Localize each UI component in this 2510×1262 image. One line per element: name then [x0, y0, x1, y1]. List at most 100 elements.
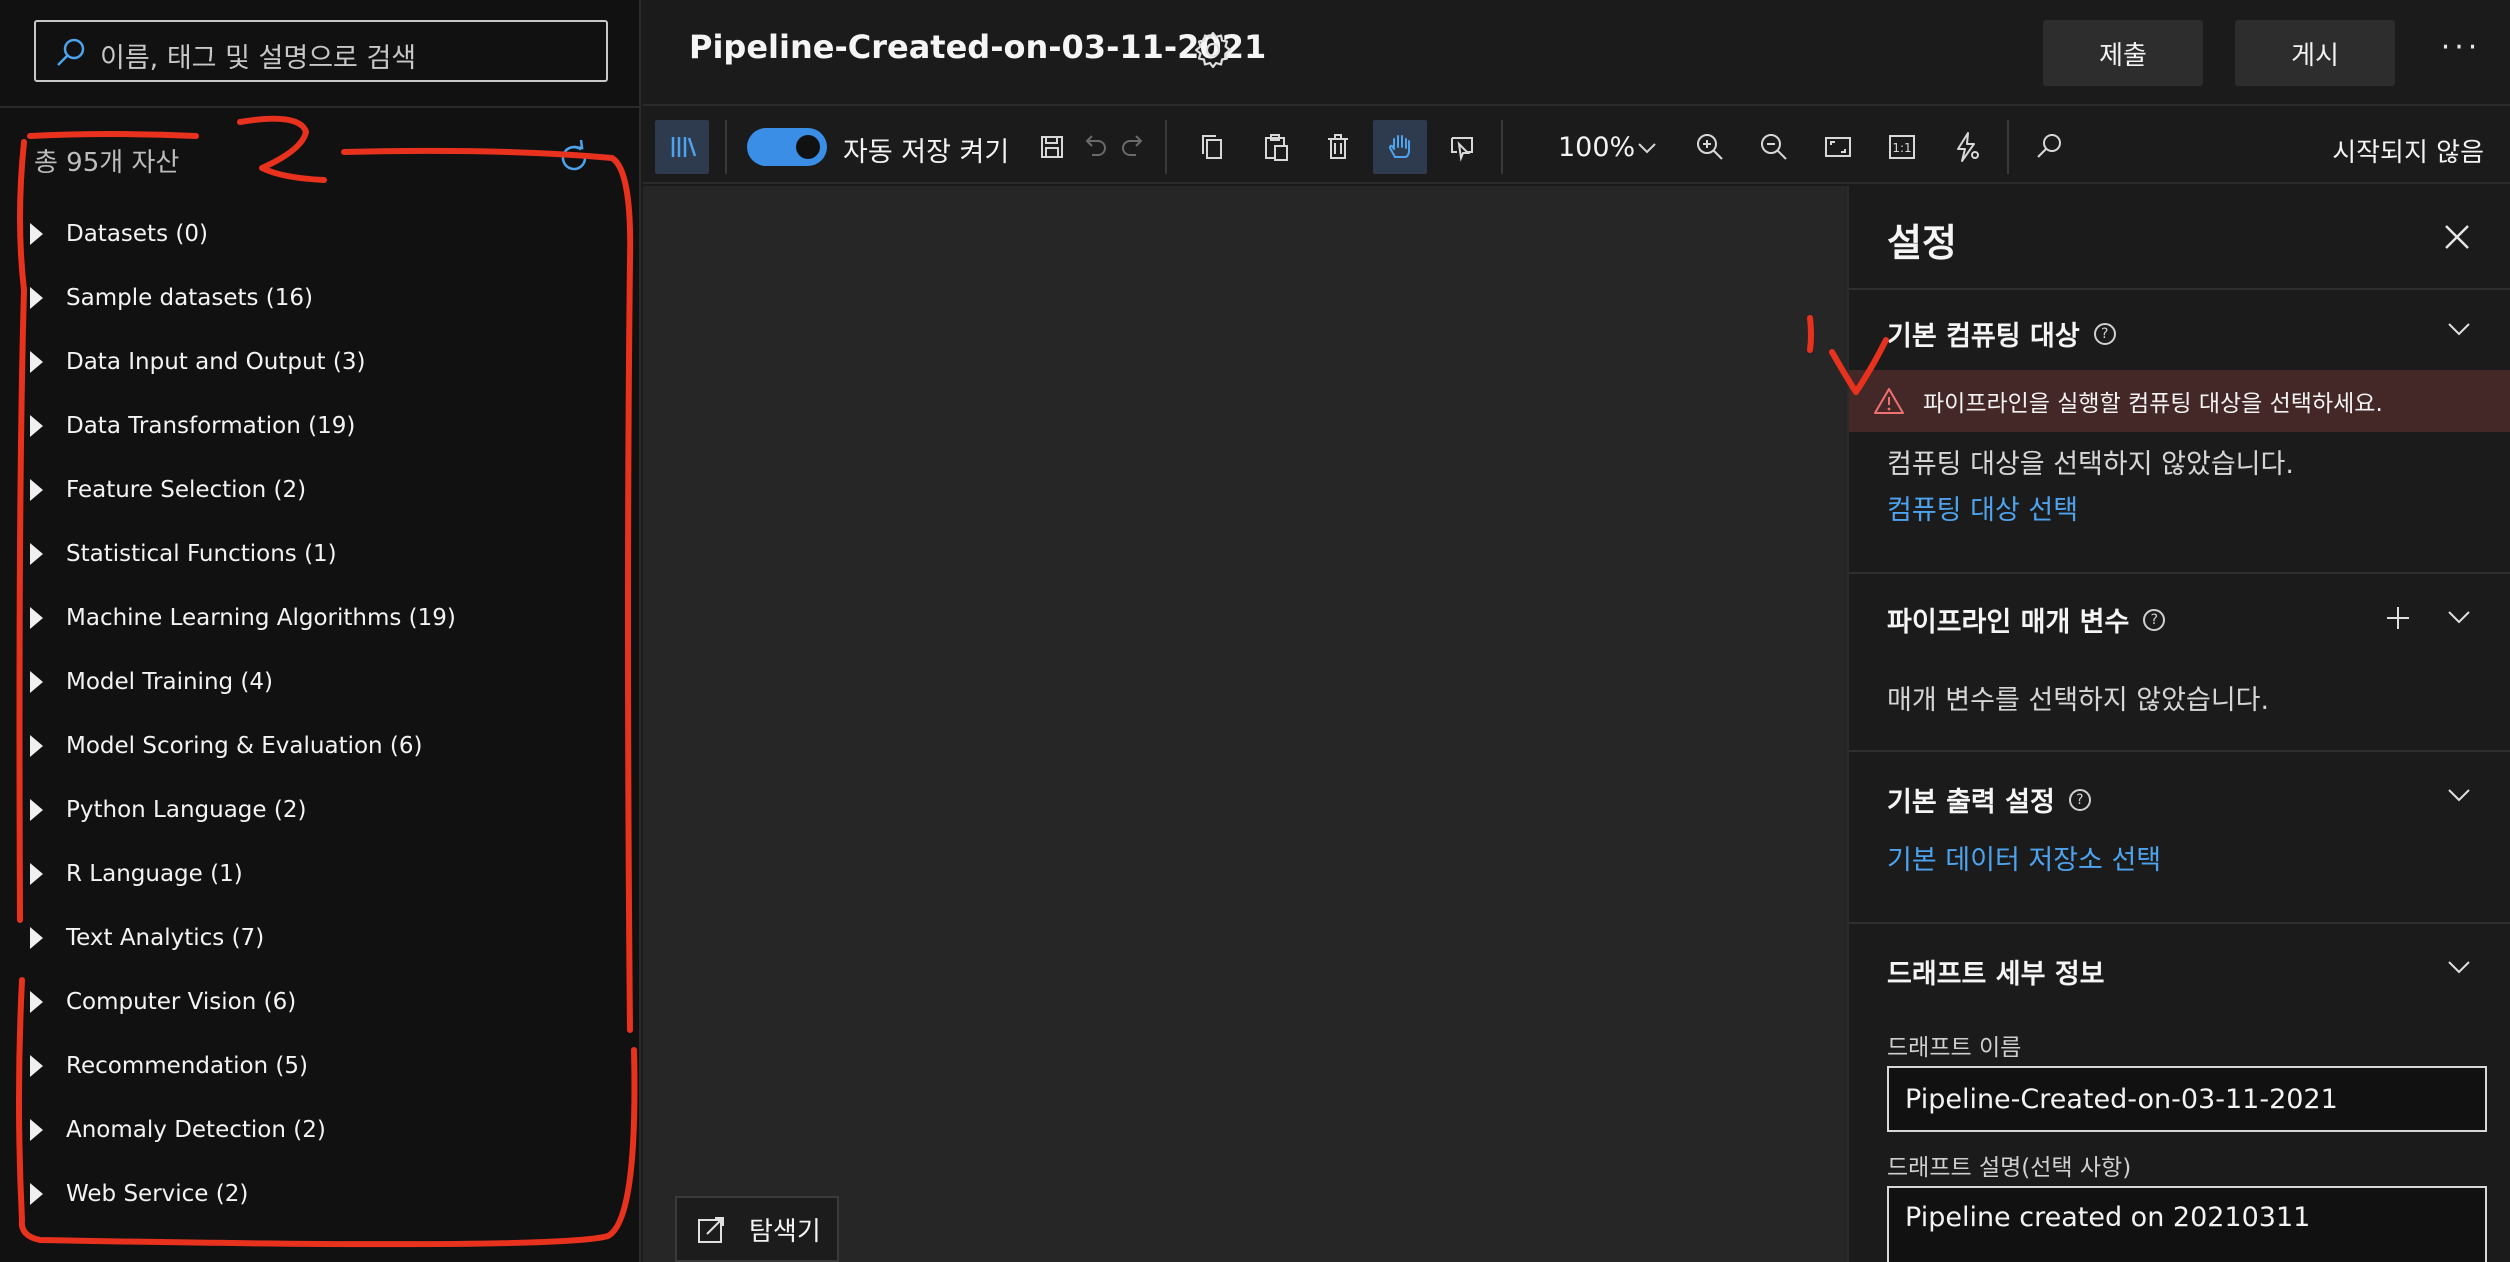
chevron-down-icon[interactable]	[1635, 136, 1659, 160]
category-label: Data Input and Output (3)	[66, 349, 366, 375]
expand-triangle-icon[interactable]	[30, 991, 43, 1013]
parameters-section-header[interactable]: 파이프라인 매개 변수 ?	[1887, 600, 2166, 639]
refresh-icon[interactable]	[554, 138, 594, 178]
expand-triangle-icon[interactable]	[30, 351, 43, 373]
category-item[interactable]: Model Scoring & Evaluation (6)	[30, 726, 423, 766]
help-icon[interactable]: ?	[2068, 788, 2091, 811]
actual-size-button[interactable]: 1:1	[1875, 120, 1929, 174]
section-divider	[1849, 572, 2510, 574]
chevron-down-icon[interactable]	[2444, 952, 2474, 982]
category-label: Model Scoring & Evaluation (6)	[66, 733, 423, 759]
hand-icon	[1388, 135, 1410, 158]
output-section-header[interactable]: 기본 출력 설정 ?	[1887, 780, 2091, 819]
expand-triangle-icon[interactable]	[30, 1183, 43, 1205]
explorer-button[interactable]: 탐색기	[675, 1196, 839, 1262]
chevron-down-icon[interactable]	[2444, 314, 2474, 344]
draft-description-field[interactable]: Pipeline created on 20210311	[1887, 1186, 2487, 1262]
draft-section-header[interactable]: 드래프트 세부 정보	[1887, 952, 2105, 991]
paste-icon	[1265, 134, 1288, 161]
draft-name-field[interactable]: Pipeline-Created-on-03-11-2021	[1887, 1066, 2487, 1132]
expand-triangle-icon[interactable]	[30, 1119, 43, 1141]
search-icon	[57, 38, 85, 66]
expand-triangle-icon[interactable]	[30, 607, 43, 629]
toolbar-separator	[725, 120, 727, 174]
category-item[interactable]: Statistical Functions (1)	[30, 534, 337, 574]
expand-triangle-icon[interactable]	[30, 415, 43, 437]
category-item[interactable]: Model Training (4)	[30, 662, 273, 702]
category-item[interactable]: Sample datasets (16)	[30, 278, 313, 318]
autosave-toggle[interactable]	[747, 128, 827, 166]
publish-button[interactable]: 게시	[2235, 20, 2395, 86]
select-mode-button[interactable]	[1435, 120, 1489, 174]
expand-triangle-icon[interactable]	[30, 223, 43, 245]
library-icon	[671, 137, 697, 157]
section-divider	[1849, 750, 2510, 752]
delete-button[interactable]	[1311, 120, 1365, 174]
chevron-down-icon[interactable]	[2444, 780, 2474, 810]
fit-screen-icon	[1825, 137, 1851, 157]
parameters-section-title: 파이프라인 매개 변수	[1887, 607, 2130, 638]
expand-triangle-icon[interactable]	[30, 1055, 43, 1077]
expand-triangle-icon[interactable]	[30, 863, 43, 885]
redo-button[interactable]	[1107, 120, 1161, 174]
category-item[interactable]: Recommendation (5)	[30, 1046, 308, 1086]
expand-triangle-icon[interactable]	[30, 799, 43, 821]
category-item[interactable]: Text Analytics (7)	[30, 918, 264, 958]
help-icon[interactable]: ?	[2143, 608, 2166, 631]
select-compute-link[interactable]: 컴퓨팅 대상 선택	[1887, 488, 2078, 527]
more-options-button[interactable]: ···	[2433, 30, 2489, 70]
expand-triangle-icon[interactable]	[30, 671, 43, 693]
search-canvas-button[interactable]	[2023, 120, 2077, 174]
submit-button[interactable]: 제출	[2043, 20, 2203, 86]
asset-search-input[interactable]: 이름, 태그 및 설명으로 검색	[34, 20, 608, 82]
category-label: Machine Learning Algorithms (19)	[66, 605, 456, 631]
asset-library-toggle[interactable]	[655, 120, 709, 174]
gear-icon[interactable]	[1191, 28, 1235, 72]
canvas-toolbar: 자동 저장 켜기 100% 1:1 시작되지 않음	[643, 108, 2510, 184]
category-label: Web Service (2)	[66, 1181, 249, 1207]
category-item[interactable]: Computer Vision (6)	[30, 982, 296, 1022]
close-icon[interactable]	[2440, 220, 2474, 254]
fit-to-screen-button[interactable]	[1811, 120, 1865, 174]
compute-status: 컴퓨팅 대상을 선택하지 않았습니다.	[1887, 449, 2294, 480]
draft-description-label: 드래프트 설명(선택 사항)	[1887, 1155, 2132, 1181]
category-item[interactable]: Data Transformation (19)	[30, 406, 355, 446]
divider	[0, 106, 641, 108]
trash-icon	[1328, 134, 1348, 159]
category-item[interactable]: Python Language (2)	[30, 790, 306, 830]
category-item[interactable]: R Language (1)	[30, 854, 243, 894]
parameters-status: 매개 변수를 선택하지 않았습니다.	[1887, 685, 2270, 716]
zoom-in-button[interactable]	[1683, 120, 1737, 174]
help-icon[interactable]: ?	[2093, 322, 2116, 345]
settings-title: 설정	[1887, 221, 1957, 265]
auto-layout-button[interactable]	[1939, 120, 1993, 174]
pan-mode-button[interactable]	[1373, 120, 1427, 174]
category-label: Anomaly Detection (2)	[66, 1117, 326, 1143]
select-datastore-link[interactable]: 기본 데이터 저장소 선택	[1887, 838, 2161, 877]
category-item[interactable]: Data Input and Output (3)	[30, 342, 365, 382]
expand-triangle-icon[interactable]	[30, 543, 43, 565]
expand-triangle-icon[interactable]	[30, 927, 43, 949]
copy-button[interactable]	[1185, 120, 1239, 174]
category-item[interactable]: Anomaly Detection (2)	[30, 1110, 326, 1150]
zoom-level[interactable]: 100%	[1558, 132, 1635, 163]
paste-button[interactable]	[1249, 120, 1303, 174]
expand-triangle-icon[interactable]	[30, 287, 43, 309]
expand-triangle-icon[interactable]	[30, 735, 43, 757]
toolbar-separator	[2007, 120, 2009, 174]
pipeline-title: Pipeline-Created-on-03-11-2021	[689, 28, 1267, 66]
chevron-down-icon[interactable]	[2444, 602, 2474, 632]
toggle-knob	[796, 135, 820, 159]
category-item[interactable]: Datasets (0)	[30, 214, 208, 254]
category-item[interactable]: Web Service (2)	[30, 1174, 248, 1214]
compute-warning-banner: 파이프라인을 실행할 컴퓨팅 대상을 선택하세요.	[1849, 370, 2510, 432]
compute-section-header[interactable]: 기본 컴퓨팅 대상 ?	[1887, 314, 2116, 353]
category-item[interactable]: Feature Selection (2)	[30, 470, 306, 510]
expand-triangle-icon[interactable]	[30, 479, 43, 501]
category-label: Sample datasets (16)	[66, 285, 314, 311]
zoom-out-button[interactable]	[1747, 120, 1801, 174]
category-label: Text Analytics (7)	[66, 925, 265, 951]
pipeline-canvas[interactable]: 탐색기	[643, 186, 1847, 1262]
category-item[interactable]: Machine Learning Algorithms (19)	[30, 598, 456, 638]
add-parameter-icon[interactable]	[2384, 604, 2412, 632]
